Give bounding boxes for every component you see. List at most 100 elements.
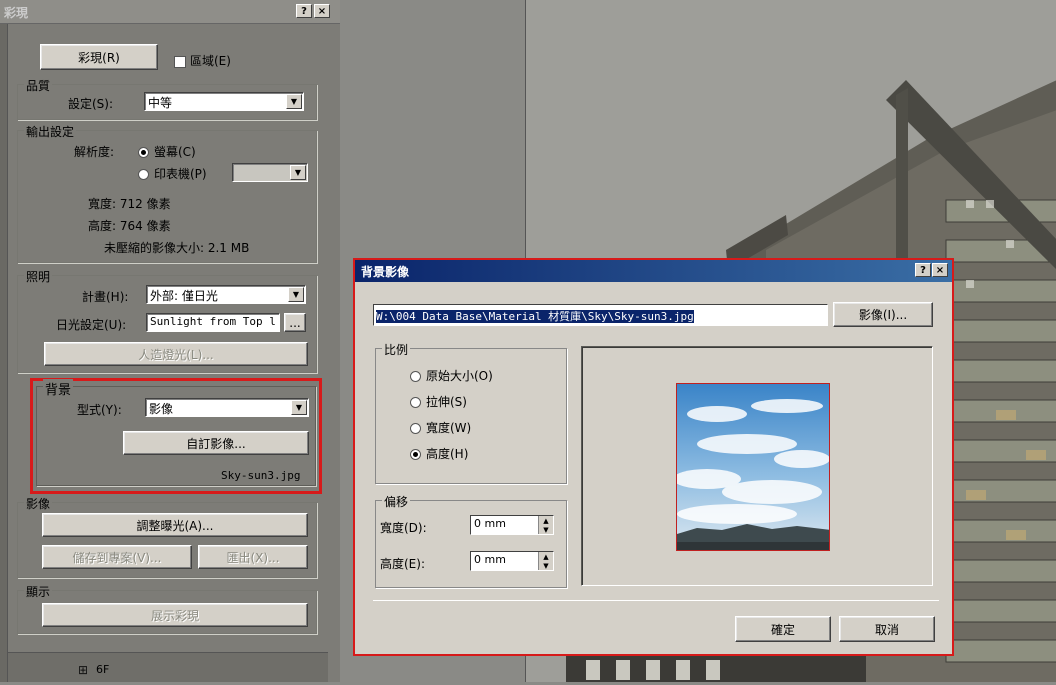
offset-height-label: 高度(E): (380, 557, 425, 571)
panel-title: 彩現 (4, 6, 29, 20)
save-to-project-label: 儲存到專案(V)... (72, 550, 162, 565)
sky-image (677, 384, 829, 550)
save-to-project-button[interactable]: 儲存到專案(V)... (42, 545, 192, 569)
offset-height-spinner[interactable]: 0 mm ▲ ▼ (470, 551, 554, 571)
custom-image-label: 自訂影像... (186, 436, 246, 451)
offset-height-value: 0 mm (474, 553, 506, 566)
output-size-text: 未壓縮的影像大小: 2.1 MB (104, 241, 250, 255)
scale-stretch-radio[interactable]: 拉伸(S) (410, 393, 467, 410)
sky-preview-image (676, 383, 830, 551)
quality-select-value: 中等 (148, 96, 173, 110)
adjust-exposure-label: 調整曝光(A)... (136, 518, 214, 533)
sun-setting-button-label: ... (289, 315, 301, 330)
lighting-group: 照明 計畫(H): 外部: 僅日光 ▼ 日光設定(U): Sunlight fro… (17, 268, 317, 373)
panel-left-edge (0, 24, 8, 682)
scale-original-radio[interactable]: 原始大小(O) (410, 367, 493, 384)
cancel-button[interactable]: 取消 (839, 616, 935, 642)
cancel-button-label: 取消 (874, 622, 899, 637)
show-render-label: 展示彩現 (150, 608, 199, 623)
ok-button[interactable]: 確定 (735, 616, 831, 642)
chevron-down-icon: ▼ (288, 287, 304, 302)
scale-width-radio[interactable]: 寬度(W) (410, 419, 471, 436)
select-image-button[interactable]: 影像(I)... (833, 302, 933, 327)
scale-height-label: 高度(H) (426, 447, 469, 461)
help-icon: ? (301, 5, 307, 17)
chevron-down-icon: ▼ (290, 165, 306, 180)
background-group: 背景 型式(Y): 影像 ▼ 自訂影像... Sky-sun3.jpg (36, 379, 316, 486)
radio-off-icon (138, 169, 149, 180)
close-icon: × (317, 5, 327, 17)
custom-image-button[interactable]: 自訂影像... (123, 431, 309, 455)
quality-group: 品質 設定(S): 中等 ▼ (17, 77, 317, 120)
region-checkbox[interactable]: 區域(E) (174, 52, 231, 69)
chevron-down-icon: ▼ (286, 94, 302, 109)
panel-titlebar: 彩現 ? × (0, 0, 340, 24)
bg-type-value: 影像 (149, 402, 174, 416)
image-path-field[interactable]: W:\004 Data Base\Material 材質庫\Sky\Sky-su… (373, 304, 828, 326)
dialog-titlebar: 背景影像 ? × (355, 260, 952, 282)
select-image-label: 影像(I)... (858, 308, 908, 322)
close-icon: × (935, 264, 945, 276)
printer-select[interactable]: ▼ (232, 163, 308, 182)
scale-width-label: 寬度(W) (426, 421, 472, 435)
region-check-box[interactable] (174, 55, 186, 68)
render-button[interactable]: 彩現(R) (40, 44, 158, 70)
spin-arrows-icon[interactable]: ▲ ▼ (538, 552, 553, 570)
scale-stretch-label: 拉伸(S) (426, 395, 467, 409)
radio-off-icon (410, 371, 421, 382)
help-icon: ? (920, 264, 926, 276)
lighting-plan-label: 計畫(H): (82, 290, 129, 304)
offset-width-value: 0 mm (474, 517, 506, 530)
dialog-divider (373, 600, 939, 601)
display-group: 顯示 展示彩現 (17, 583, 317, 634)
scale-group-label: 比例 (382, 341, 411, 358)
output-group: 輸出設定 解析度: 螢幕(C) 印表機(P) ▼ 寬度: 712 像素 高度: … (17, 123, 317, 263)
sun-setting-label: 日光設定(U): (56, 318, 127, 332)
region-checkbox-label: 區域(E) (190, 54, 231, 68)
panel-help-button[interactable]: ? (296, 4, 312, 18)
screen-radio-label: 螢幕(C) (154, 145, 196, 159)
output-width-text: 寬度: 712 像素 (88, 197, 171, 211)
render-button-label: 彩現(R) (78, 50, 120, 65)
lighting-plan-value: 外部: 僅日光 (150, 289, 218, 303)
dialog-title: 背景影像 (361, 265, 410, 279)
show-render-button[interactable]: 展示彩現 (42, 603, 308, 627)
sun-setting-value: Sunlight from Top l (150, 315, 276, 328)
render-panel: 彩現 ? × 彩現(R) 區域(E) 品質 設定(S): 中等 ▼ 輸出設定 解析… (0, 0, 340, 682)
scale-original-label: 原始大小(O) (426, 369, 493, 383)
artificial-light-button[interactable]: 人造燈光(L)... (44, 342, 308, 366)
bg-type-label: 型式(Y): (77, 403, 122, 417)
chevron-down-icon: ▼ (291, 400, 307, 415)
screen-radio[interactable]: 螢幕(C) (138, 143, 196, 160)
quality-select[interactable]: 中等 ▼ (144, 92, 304, 111)
scale-group: 比例 原始大小(O) 拉伸(S) 寬度(W) 高度(H) (375, 341, 567, 484)
dialog-help-button[interactable]: ? (915, 263, 931, 277)
radio-on-icon (138, 147, 149, 158)
image-path-value: W:\004 Data Base\Material 材質庫\Sky\Sky-su… (376, 310, 694, 323)
lighting-plan-select[interactable]: 外部: 僅日光 ▼ (146, 285, 306, 304)
output-height-text: 高度: 764 像素 (88, 219, 171, 233)
radio-off-icon (410, 423, 421, 434)
export-button[interactable]: 匯出(X)... (198, 545, 308, 569)
offset-width-spinner[interactable]: 0 mm ▲ ▼ (470, 515, 554, 535)
offset-width-label: 寬度(D): (380, 521, 427, 535)
scale-height-radio[interactable]: 高度(H) (410, 445, 468, 462)
printer-radio[interactable]: 印表機(P) (138, 165, 207, 182)
radio-off-icon (410, 397, 421, 408)
image-group-label: 影像 (24, 495, 53, 512)
output-group-label: 輸出設定 (24, 123, 77, 140)
tree-item-6f[interactable]: 6F (96, 663, 109, 676)
bg-type-select[interactable]: 影像 ▼ (145, 398, 309, 417)
adjust-exposure-button[interactable]: 調整曝光(A)... (42, 513, 308, 537)
sun-setting-field[interactable]: Sunlight from Top l (146, 313, 280, 332)
panel-close-button[interactable]: × (314, 4, 330, 18)
printer-radio-label: 印表機(P) (154, 167, 207, 181)
image-preview-frame (581, 346, 933, 586)
display-group-label: 顯示 (24, 583, 53, 600)
export-label: 匯出(X)... (226, 550, 280, 565)
dialog-close-button[interactable]: × (932, 263, 948, 277)
tree-expand-icon[interactable]: ⊞ (78, 663, 88, 677)
background-group-label: 背景 (43, 379, 74, 398)
sun-setting-button[interactable]: ... (284, 313, 306, 332)
spin-arrows-icon[interactable]: ▲ ▼ (538, 516, 553, 534)
